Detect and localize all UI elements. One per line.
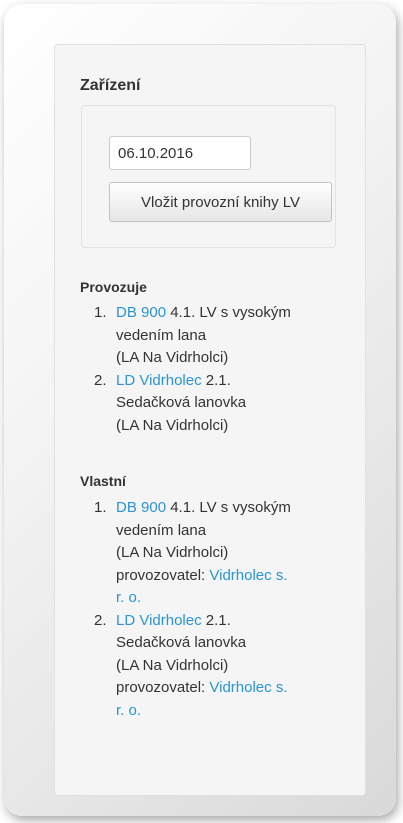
equipment-description-cont: Sedačková lanovka	[116, 634, 247, 651]
equipment-link[interactable]: LD Vidrholec	[116, 372, 202, 389]
list-item-number: 2.	[94, 371, 107, 389]
list-item-line: DB 900 4.1. LV s vysokým	[116, 497, 345, 520]
list-item-line: DB 900 4.1. LV s vysokým	[116, 302, 345, 325]
operator-link-cont[interactable]: r. o.	[116, 702, 141, 719]
operates-heading: Provozuje	[80, 279, 147, 295]
equipment-area: (LA Na Vidrholci)	[116, 656, 229, 674]
equipment-description-cont: vedením lana	[116, 326, 207, 344]
list-item-line: LD Vidrholec 2.1.	[116, 610, 345, 633]
equipment-description: 2.1.	[201, 611, 231, 629]
equipment-description-cont: Sedačková lanovka	[116, 394, 247, 411]
owns-list: 1. DB 900 4.1. LV s vysokým vedením lana…	[80, 497, 345, 722]
list-item: 1. DB 900 4.1. LV s vysokým vedením lana…	[80, 497, 345, 610]
operator-link-cont[interactable]: r. o.	[116, 589, 141, 606]
screenshot-frame: Zařízení Vložit provozní knihy LV Provoz…	[0, 0, 403, 823]
add-operation-books-button[interactable]: Vložit provozní knihy LV	[109, 182, 332, 222]
equipment-description-cont: vedením lana	[116, 521, 207, 539]
equipment-link[interactable]: DB 900	[116, 499, 166, 516]
operator-link[interactable]: Vidrholec s.	[209, 567, 287, 584]
equipment-area: (LA Na Vidrholci)	[116, 544, 229, 561]
date-form-box	[81, 105, 336, 248]
operator-link-cont-line: r. o.	[116, 700, 345, 723]
operator-line: provozovatel: Vidrholec s.	[116, 565, 345, 588]
operator-link[interactable]: Vidrholec s.	[209, 679, 287, 696]
operator-label: provozovatel:	[116, 679, 210, 696]
equipment-link[interactable]: LD Vidrholec	[116, 612, 202, 629]
date-input[interactable]	[109, 136, 251, 170]
equipment-link[interactable]: DB 900	[116, 304, 166, 321]
list-item-line: LD Vidrholec 2.1.	[116, 370, 345, 393]
operator-line: provozovatel: Vidrholec s.	[116, 677, 345, 700]
equipment-description: 4.1. LV s vysokým	[166, 499, 291, 516]
operator-link-cont-line: r. o.	[116, 587, 345, 610]
owns-heading: Vlastní	[80, 473, 126, 489]
panel-title: Zařízení	[80, 77, 141, 94]
list-item-number: 1.	[94, 499, 107, 516]
equipment-area: (LA Na Vidrholci)	[116, 416, 229, 434]
equipment-area: (LA Na Vidrholci)	[116, 349, 229, 366]
list-item-number: 2.	[94, 611, 107, 629]
equipment-description: 2.1.	[201, 371, 231, 389]
list-item-number: 1.	[94, 304, 107, 321]
operates-list: 1. DB 900 4.1. LV s vysokým vedením lana…	[80, 302, 345, 437]
list-item: 2. LD Vidrholec 2.1. Sedačková lanovka (…	[80, 370, 345, 438]
operator-label: provozovatel:	[116, 566, 210, 584]
equipment-description: 4.1. LV s vysokým	[166, 304, 291, 321]
list-item: 1. DB 900 4.1. LV s vysokým vedením lana…	[80, 302, 345, 370]
list-item: 2. LD Vidrholec 2.1. Sedačková lanovka (…	[80, 610, 345, 723]
